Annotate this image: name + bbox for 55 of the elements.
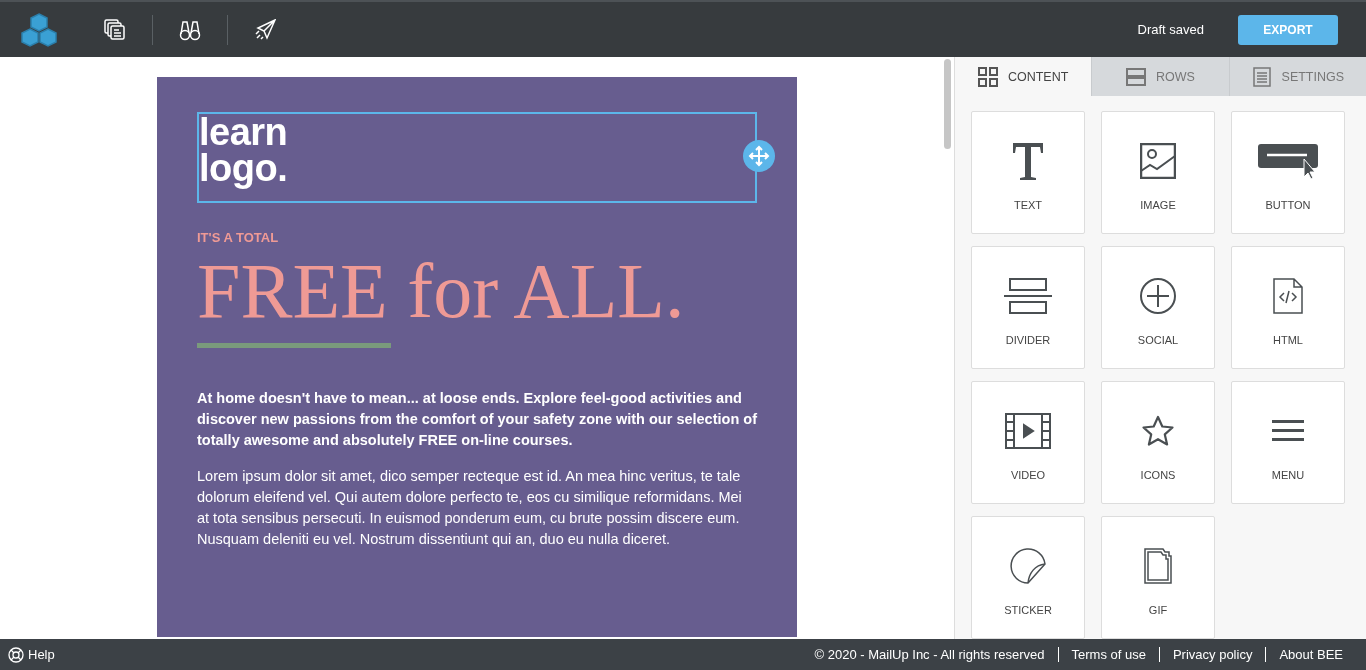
content-block-tile[interactable]: DIVIDER — [971, 246, 1085, 369]
lifebuoy-icon — [8, 646, 24, 663]
content-block-tile[interactable]: VIDEO — [971, 381, 1085, 504]
block-label: GIF — [1148, 604, 1168, 616]
eyebrow-text: IT'S A TOTAL — [197, 230, 280, 245]
footer-link[interactable]: About BEE — [1279, 647, 1343, 662]
copyright-text: © 2020 - MailUp Inc - All rights reserved — [814, 647, 1045, 662]
document-icon — [1251, 66, 1272, 87]
pages-icon[interactable] — [104, 18, 126, 41]
move-handle-icon[interactable] — [743, 140, 775, 172]
save-status: Draft saved — [1137, 22, 1204, 37]
block-label: ICONS — [1140, 469, 1176, 481]
content-block-tile[interactable]: GIF — [1101, 516, 1215, 639]
footer-link[interactable]: Privacy policy — [1172, 647, 1253, 662]
star-icon — [1141, 415, 1175, 447]
body-paragraph: Lorem ipsum dolor sit amet, dico semper recteque est id. An mea hinc veritus, te tale dolorum eleifend vel. Qui autem dolore perfecto te, eos cu similique reformidans. Mei at tota sensibus persecuti. In euismod ponderum eum, cu brute possim discere eum. Nusquam deleniti eu vel. Nostrum dissentiunt qui an, duo eu nulla diceret. — [197, 467, 743, 549]
logo-block[interactable]: learn logo. — [197, 112, 757, 203]
intro-paragraph: At home doesn't have to mean... at loose ends. Explore feel-good activities and discover new passions from the comfort of your safety zone with our selection of totally awesome and absolutely FREE on-line courses. — [197, 389, 757, 450]
film-play-icon — [1005, 413, 1051, 449]
code-file-icon — [1272, 277, 1304, 315]
block-label: STICKER — [1004, 604, 1052, 616]
content-block-tile[interactable]: MENU — [1231, 381, 1345, 504]
sticker-icon — [1009, 547, 1047, 585]
file-icon — [1143, 547, 1173, 585]
block-label: BUTTON — [1265, 199, 1311, 211]
block-label: MENU — [1271, 469, 1305, 481]
block-label: DIVIDER — [1005, 334, 1051, 346]
content-block-tile[interactable]: SOCIAL — [1101, 246, 1215, 369]
help-button[interactable]: Help — [8, 646, 55, 663]
content-block-tile[interactable]: TEXT — [971, 111, 1085, 234]
content-block-tile[interactable]: STICKER — [971, 516, 1085, 639]
grid-icon — [977, 66, 998, 87]
content-block-tile[interactable]: HTML — [1231, 246, 1345, 369]
block-label: SOCIAL — [1137, 334, 1179, 346]
rows-icon — [1126, 66, 1147, 87]
block-label: IMAGE — [1140, 199, 1176, 211]
binoculars-icon[interactable] — [179, 18, 201, 41]
cubes-logo-icon[interactable] — [20, 11, 58, 48]
headline: FREE for ALL. — [197, 251, 686, 331]
block-label: TEXT — [1013, 199, 1043, 211]
image-icon — [1140, 143, 1176, 179]
content-block-tile[interactable]: ICONS — [1101, 381, 1215, 504]
footer-link[interactable]: Terms of use — [1071, 647, 1146, 662]
button-cursor-icon — [1257, 143, 1319, 179]
divider-icon — [1004, 277, 1052, 315]
plus-circle-icon — [1139, 277, 1177, 315]
content-block-tile[interactable]: IMAGE — [1101, 111, 1215, 234]
letter-t-icon — [1011, 141, 1045, 181]
scrollbar-thumb[interactable] — [944, 59, 951, 149]
paper-plane-icon[interactable] — [254, 18, 276, 41]
content-block-tile[interactable]: BUTTON — [1231, 111, 1345, 234]
block-label: HTML — [1273, 334, 1303, 346]
menu-icon — [1271, 418, 1305, 444]
logo-text: learn — [199, 114, 289, 150]
block-label: VIDEO — [1010, 469, 1046, 481]
